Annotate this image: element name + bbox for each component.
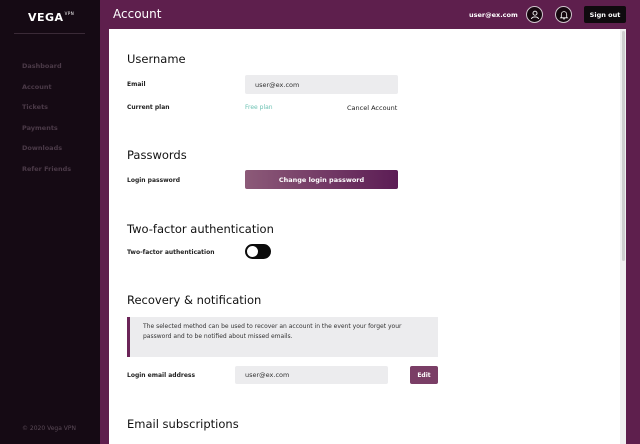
login-password-label: Login password — [127, 177, 181, 184]
notice-line-2: password and to be notified about missed… — [143, 333, 293, 340]
sidebar-item-dashboard[interactable]: Dashboard — [22, 61, 71, 82]
sidebar-nav: Dashboard Account Tickets Payments Downl… — [22, 61, 71, 185]
notifications-button[interactable] — [555, 6, 572, 23]
sidebar-item-refer-friends[interactable]: Refer Friends — [22, 164, 71, 185]
recovery-notice: The selected method can be used to recov… — [127, 317, 438, 357]
sidebar-item-account[interactable]: Account — [22, 82, 71, 103]
two-factor-label: Two-factor authentication — [127, 249, 215, 256]
profile-button[interactable] — [526, 6, 543, 23]
account-panel: Username Email user@ex.com Current plan … — [109, 29, 626, 444]
notice-line-1: The selected method can be used to recov… — [143, 323, 402, 330]
header: Account user@ex.com Sign out — [100, 0, 640, 29]
sidebar: VEGAVPN Dashboard Account Tickets Paymen… — [0, 0, 100, 444]
copyright: © 2020 Vega VPN — [22, 425, 77, 432]
email-field[interactable]: user@ex.com — [245, 75, 398, 94]
two-factor-toggle[interactable] — [245, 244, 271, 259]
current-plan-value[interactable]: Free plan — [245, 104, 273, 111]
recovery-heading: Recovery & notification — [127, 293, 262, 307]
sign-out-button[interactable]: Sign out — [584, 6, 626, 23]
sidebar-divider — [14, 33, 85, 34]
sidebar-item-downloads[interactable]: Downloads — [22, 143, 71, 164]
email-subscriptions-heading: Email subscriptions — [127, 417, 239, 431]
passwords-heading: Passwords — [127, 148, 187, 162]
page-title: Account — [113, 7, 162, 21]
sidebar-item-tickets[interactable]: Tickets — [22, 102, 71, 123]
toggle-knob — [247, 246, 258, 257]
edit-button[interactable]: Edit — [410, 366, 438, 384]
email-label: Email — [127, 81, 146, 88]
username-heading: Username — [127, 52, 186, 66]
logo-mark: VPN — [64, 11, 75, 16]
user-email: user@ex.com — [469, 11, 518, 19]
logo-text: VEGA — [28, 11, 64, 24]
user-icon — [530, 10, 539, 19]
bell-icon — [559, 10, 568, 19]
logo[interactable]: VEGAVPN — [28, 11, 74, 24]
change-password-button[interactable]: Change login password — [245, 170, 398, 189]
scrollbar-thumb[interactable] — [622, 31, 625, 261]
login-email-field[interactable]: user@ex.com — [235, 366, 388, 384]
sidebar-item-payments[interactable]: Payments — [22, 123, 71, 144]
two-factor-heading: Two-factor authentication — [127, 222, 274, 236]
current-plan-label: Current plan — [127, 104, 170, 111]
login-email-label: Login email address — [127, 372, 196, 379]
cancel-account-link[interactable]: Cancel Account — [347, 104, 397, 112]
scrollbar[interactable] — [620, 29, 626, 444]
